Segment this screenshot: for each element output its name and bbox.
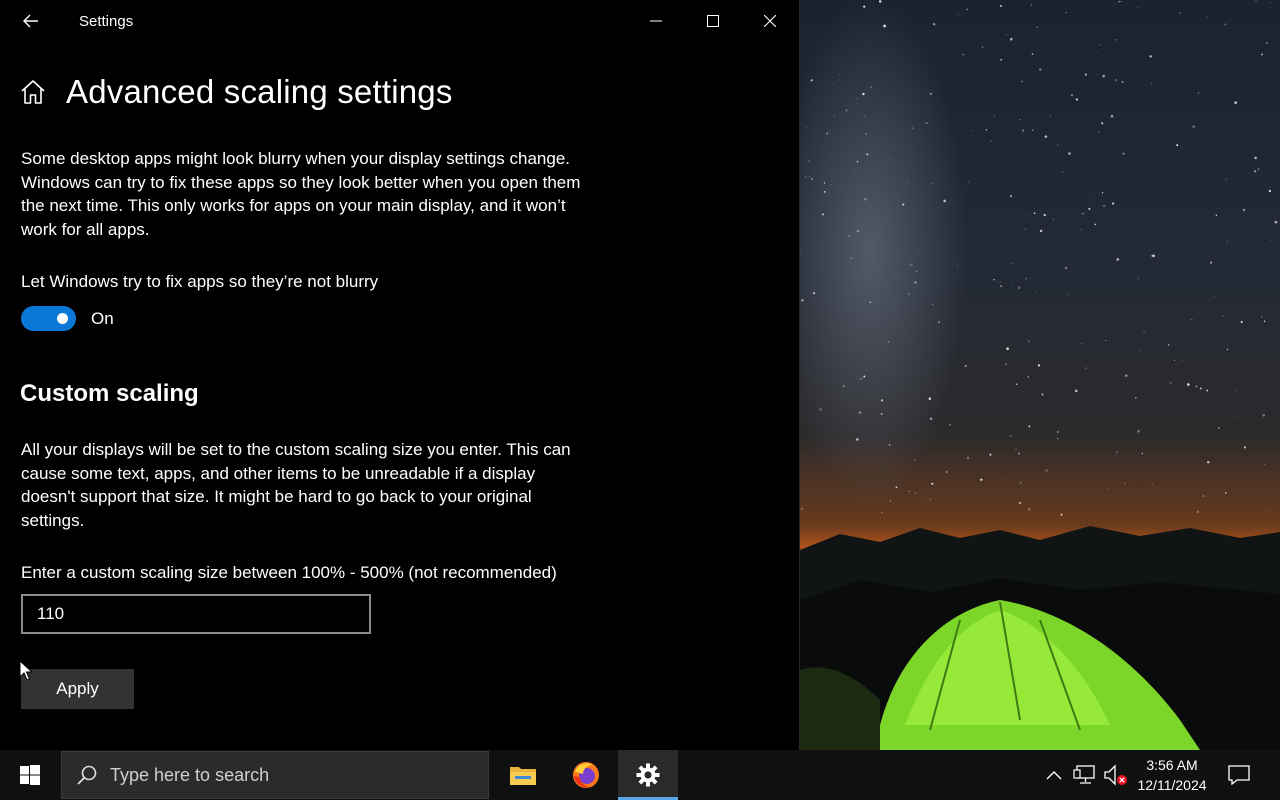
blurry-apps-description: Some desktop apps might look blurry when… [21, 149, 581, 239]
maximize-icon [707, 15, 719, 27]
search-placeholder: Type here to search [110, 764, 270, 785]
taskbar: Type here to search 3:56 AM 12/11/2024 [0, 750, 1280, 800]
back-arrow-icon [23, 14, 38, 28]
chevron-up-icon [1046, 771, 1062, 780]
fix-apps-toggle-label: Let Windows try to fix apps so they’re n… [21, 272, 379, 291]
close-icon [764, 15, 776, 27]
custom-scaling-heading: Custom scaling [20, 380, 199, 407]
page-header: Advanced scaling settings [20, 70, 453, 114]
windows-logo-icon [20, 765, 40, 785]
action-center-button[interactable] [1224, 762, 1254, 788]
apply-button[interactable]: Apply [21, 669, 134, 709]
taskbar-firefox[interactable] [556, 750, 616, 800]
taskbar-search-box[interactable]: Type here to search [61, 751, 489, 799]
home-icon[interactable] [20, 77, 50, 107]
file-explorer-icon [510, 767, 536, 785]
network-icon[interactable] [1073, 763, 1097, 787]
search-icon [76, 764, 98, 786]
taskbar-file-explorer[interactable] [493, 750, 553, 800]
settings-gear-icon [636, 763, 660, 787]
maximize-button[interactable] [685, 0, 741, 42]
minimize-button[interactable] [628, 0, 684, 42]
firefox-icon [573, 762, 599, 788]
start-button[interactable] [0, 750, 60, 800]
settings-window: Settings Advanced scaling settings Some … [0, 0, 800, 750]
toggle-state-text: On [91, 309, 114, 328]
back-button[interactable] [14, 8, 48, 34]
clock-date: 12/11/2024 [1137, 777, 1207, 793]
custom-scaling-input[interactable] [21, 594, 371, 634]
title-bar: Settings [0, 0, 800, 42]
clock-time: 3:56 AM [1146, 757, 1198, 773]
taskbar-settings[interactable] [618, 750, 678, 800]
show-hidden-icons-button[interactable] [1043, 764, 1065, 786]
toggle-knob [57, 313, 68, 324]
mouse-pointer-icon [19, 660, 33, 681]
taskbar-clock[interactable]: 3:56 AM 12/11/2024 [1126, 755, 1218, 795]
close-button[interactable] [742, 0, 798, 42]
scaling-size-label: Enter a custom scaling size between 100%… [21, 563, 557, 582]
page-title: Advanced scaling settings [66, 73, 453, 110]
minimize-icon [650, 20, 662, 22]
custom-scaling-description: All your displays will be set to the cus… [21, 440, 571, 530]
fix-apps-toggle[interactable] [21, 306, 76, 331]
window-title: Settings [79, 13, 134, 30]
notification-icon [1228, 765, 1250, 785]
